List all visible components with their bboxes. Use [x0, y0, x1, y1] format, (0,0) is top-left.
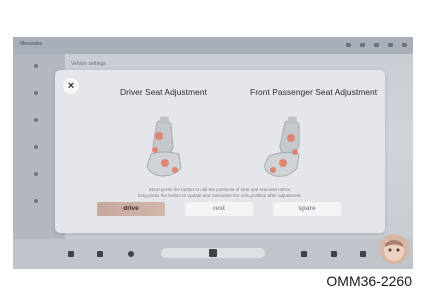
spare-button[interactable]: spare [273, 202, 341, 216]
sidebar-icon [34, 118, 38, 122]
passenger-seat-icon [264, 116, 300, 177]
background-header: Vehicle settings [71, 61, 106, 67]
car-icon[interactable] [301, 251, 307, 257]
infotainment-screen: Mercedes Vehicle settings × Driver Seat … [13, 37, 413, 269]
music-icon[interactable] [360, 251, 366, 257]
seat-adjustment-dialog: × Driver Seat Adjustment Front Passenger… [55, 70, 385, 233]
status-icons [346, 43, 407, 47]
driver-seat-icon [146, 116, 182, 177]
reference-code: OMM36-2260 [326, 273, 412, 289]
clock-icon [402, 43, 407, 47]
phone-icon[interactable] [331, 251, 337, 257]
home-icon[interactable] [68, 251, 74, 257]
apps-icon[interactable] [97, 251, 103, 257]
brand-logo: Mercedes [20, 41, 42, 47]
passenger-seat-title: Front Passenger Seat Adjustment [250, 87, 378, 97]
sidebar-icon [34, 91, 38, 95]
sidebar-icon [34, 172, 38, 176]
hint-text-line1: Short press the button to call the posit… [148, 187, 292, 192]
assistant-avatar-icon[interactable] [379, 234, 409, 264]
navigation-icon[interactable] [128, 251, 134, 257]
status-bar: Mercedes [13, 37, 413, 54]
rest-button[interactable]: rest [185, 202, 253, 216]
bottom-dock [13, 239, 413, 269]
hint-text-line2: long press the button to update and memo… [138, 193, 302, 198]
sidebar-icon [34, 199, 38, 203]
driver-seat-title: Driver Seat Adjustment [120, 87, 207, 97]
sidebar-icon [34, 145, 38, 149]
fan-icon[interactable] [209, 249, 217, 257]
close-button[interactable]: × [63, 78, 79, 94]
wifi-icon [346, 43, 351, 47]
sidebar-icon [34, 64, 38, 68]
drive-button[interactable]: drive [97, 202, 165, 216]
temperature-icon [388, 43, 393, 47]
bluetooth-icon [374, 43, 379, 47]
signal-icon [360, 43, 365, 47]
